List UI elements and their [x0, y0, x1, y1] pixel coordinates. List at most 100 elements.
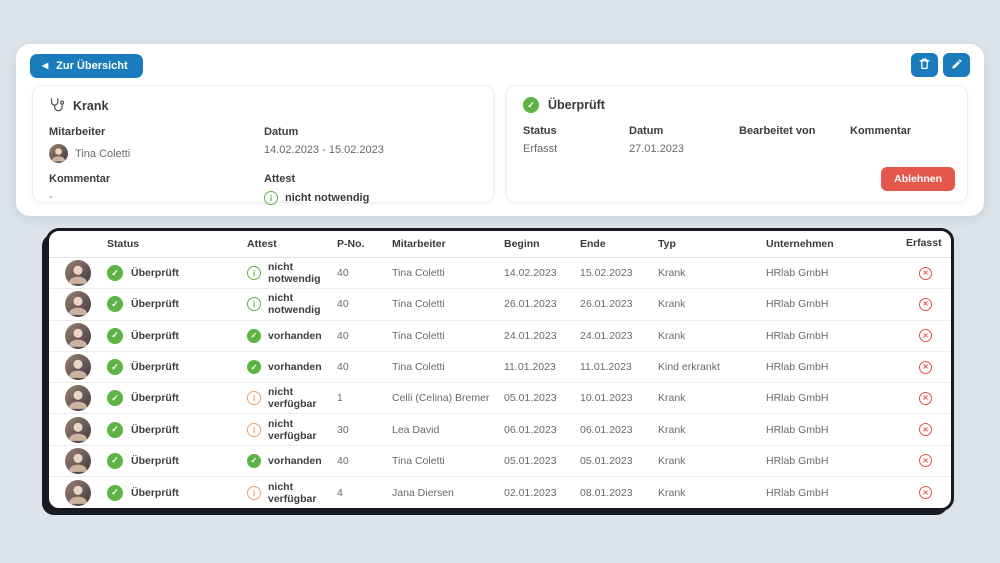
status-label: Überprüft: [131, 330, 179, 342]
avatar: [65, 291, 91, 317]
beginn-cell: 11.01.2023: [504, 361, 580, 373]
employee-avatar: [49, 144, 68, 163]
employee-label: Mitarbeiter: [49, 126, 264, 138]
comment-label: Kommentar: [49, 173, 264, 185]
table-row[interactable]: ✓ Überprüft ✓ vorhanden 40 Tina Coletti …: [49, 321, 951, 352]
rejected-icon[interactable]: ✕: [919, 392, 932, 405]
detail-panel: ◀ Zur Übersicht Krank: [16, 44, 984, 216]
ende-cell: 24.01.2023: [580, 330, 658, 342]
table-row[interactable]: ✓ Überprüft i nicht verfügbar 4 Jana Die…: [49, 477, 951, 508]
status-label: Überprüft: [131, 487, 179, 499]
back-arrow-icon: ◀: [42, 62, 48, 70]
status-check-icon: ✓: [107, 390, 123, 406]
rejected-icon[interactable]: ✕: [919, 486, 932, 499]
status-check-icon: ✓: [107, 265, 123, 281]
attest-label: nicht notwendig: [268, 261, 326, 285]
review-date-label: Datum: [629, 125, 739, 137]
header-typ: Typ: [658, 238, 766, 250]
ende-cell: 08.01.2023: [580, 487, 658, 499]
rejected-icon[interactable]: ✕: [919, 329, 932, 342]
typ-cell: Kind erkrankt: [658, 361, 766, 373]
edit-button[interactable]: [943, 53, 970, 77]
absence-card-title: Krank: [49, 97, 477, 115]
attest-icon: i: [247, 391, 261, 405]
unternehmen-cell: HRlab GmbH: [766, 330, 906, 342]
avatar: [65, 385, 91, 411]
typ-cell: Krank: [658, 267, 766, 279]
comment-value: -: [49, 191, 264, 203]
mitarbeiter-cell: Tina Coletti: [392, 267, 504, 279]
ende-cell: 10.01.2023: [580, 392, 658, 404]
mitarbeiter-cell: Celli (Celina) Bremer: [392, 392, 504, 404]
review-date-value: 27.01.2023: [629, 143, 739, 155]
status-label: Überprüft: [131, 267, 179, 279]
employee-field: Mitarbeiter Tina Coletti: [49, 126, 264, 163]
status-check-icon: ✓: [107, 328, 123, 344]
attest-icon: i: [247, 297, 261, 311]
pno-cell: 4: [337, 487, 392, 499]
unternehmen-cell: HRlab GmbH: [766, 361, 906, 373]
table-row[interactable]: ✓ Überprüft ✓ vorhanden 40 Tina Coletti …: [49, 446, 951, 477]
unternehmen-cell: HRlab GmbH: [766, 455, 906, 467]
pno-cell: 1: [337, 392, 392, 404]
check-circle-icon: ✓: [523, 97, 539, 113]
ende-cell: 05.01.2023: [580, 455, 658, 467]
avatar: [65, 354, 91, 380]
review-date-field: Datum 27.01.2023: [629, 125, 739, 155]
attest-icon: i: [247, 486, 261, 500]
pno-cell: 30: [337, 424, 392, 436]
attest-value: nicht notwendig: [285, 192, 369, 204]
unternehmen-cell: HRlab GmbH: [766, 298, 906, 310]
review-comment-field: Kommentar: [850, 125, 951, 155]
attest-info-icon: i: [264, 191, 278, 205]
mitarbeiter-cell: Tina Coletti: [392, 455, 504, 467]
table-row[interactable]: ✓ Überprüft i nicht notwendig 40 Tina Co…: [49, 289, 951, 320]
table-row[interactable]: ✓ Überprüft i nicht verfügbar 1 Celli (C…: [49, 383, 951, 414]
unternehmen-cell: HRlab GmbH: [766, 487, 906, 499]
review-status-value: Erfasst: [523, 143, 629, 155]
table-row[interactable]: ✓ Überprüft i nicht verfügbar 30 Lea Dav…: [49, 414, 951, 445]
attest-label: vorhanden: [268, 361, 322, 373]
attest-icon: ✓: [247, 329, 261, 343]
rejected-icon[interactable]: ✕: [919, 267, 932, 280]
header-status: Status: [107, 238, 247, 250]
beginn-cell: 02.01.2023: [504, 487, 580, 499]
rejected-icon[interactable]: ✕: [919, 298, 932, 311]
table-row[interactable]: ✓ Überprüft ✓ vorhanden 40 Tina Coletti …: [49, 352, 951, 383]
mitarbeiter-cell: Tina Coletti: [392, 298, 504, 310]
trash-icon: [918, 57, 931, 73]
absence-card: Krank Mitarbeiter Tina Coletti Datum 14.…: [32, 85, 494, 203]
header-mitarbeiter: Mitarbeiter: [392, 238, 504, 250]
mitarbeiter-cell: Lea David: [392, 424, 504, 436]
attest-label: vorhanden: [268, 455, 322, 467]
ende-cell: 26.01.2023: [580, 298, 658, 310]
back-to-overview-button[interactable]: ◀ Zur Übersicht: [30, 54, 143, 78]
attest-label: Attest: [264, 173, 477, 185]
attest-label: vorhanden: [268, 330, 322, 342]
beginn-cell: 24.01.2023: [504, 330, 580, 342]
status-check-icon: ✓: [107, 422, 123, 438]
unternehmen-cell: HRlab GmbH: [766, 267, 906, 279]
date-field: Datum 14.02.2023 - 15.02.2023: [264, 126, 477, 163]
table-row[interactable]: ✓ Überprüft i nicht notwendig 40 Tina Co…: [49, 258, 951, 289]
review-comment-label: Kommentar: [850, 125, 951, 137]
rejected-icon[interactable]: ✕: [919, 361, 932, 374]
rejected-icon[interactable]: ✕: [919, 423, 932, 436]
avatar: [65, 480, 91, 506]
ende-cell: 15.02.2023: [580, 267, 658, 279]
header-unternehmen: Unternehmen: [766, 238, 906, 250]
rejected-icon[interactable]: ✕: [919, 454, 932, 467]
header-attest: Attest: [247, 238, 337, 250]
status-check-icon: ✓: [107, 359, 123, 375]
back-button-label: Zur Übersicht: [56, 60, 128, 72]
delete-button[interactable]: [911, 53, 938, 77]
typ-cell: Krank: [658, 424, 766, 436]
status-label: Überprüft: [131, 361, 179, 373]
review-card: ✓ Überprüft Status Erfasst Datum 27.01.2…: [506, 85, 968, 203]
mitarbeiter-cell: Tina Coletti: [392, 361, 504, 373]
pno-cell: 40: [337, 330, 392, 342]
unternehmen-cell: HRlab GmbH: [766, 392, 906, 404]
reject-button[interactable]: Ablehnen: [881, 167, 955, 191]
header-beginn: Beginn: [504, 238, 580, 250]
pno-cell: 40: [337, 455, 392, 467]
